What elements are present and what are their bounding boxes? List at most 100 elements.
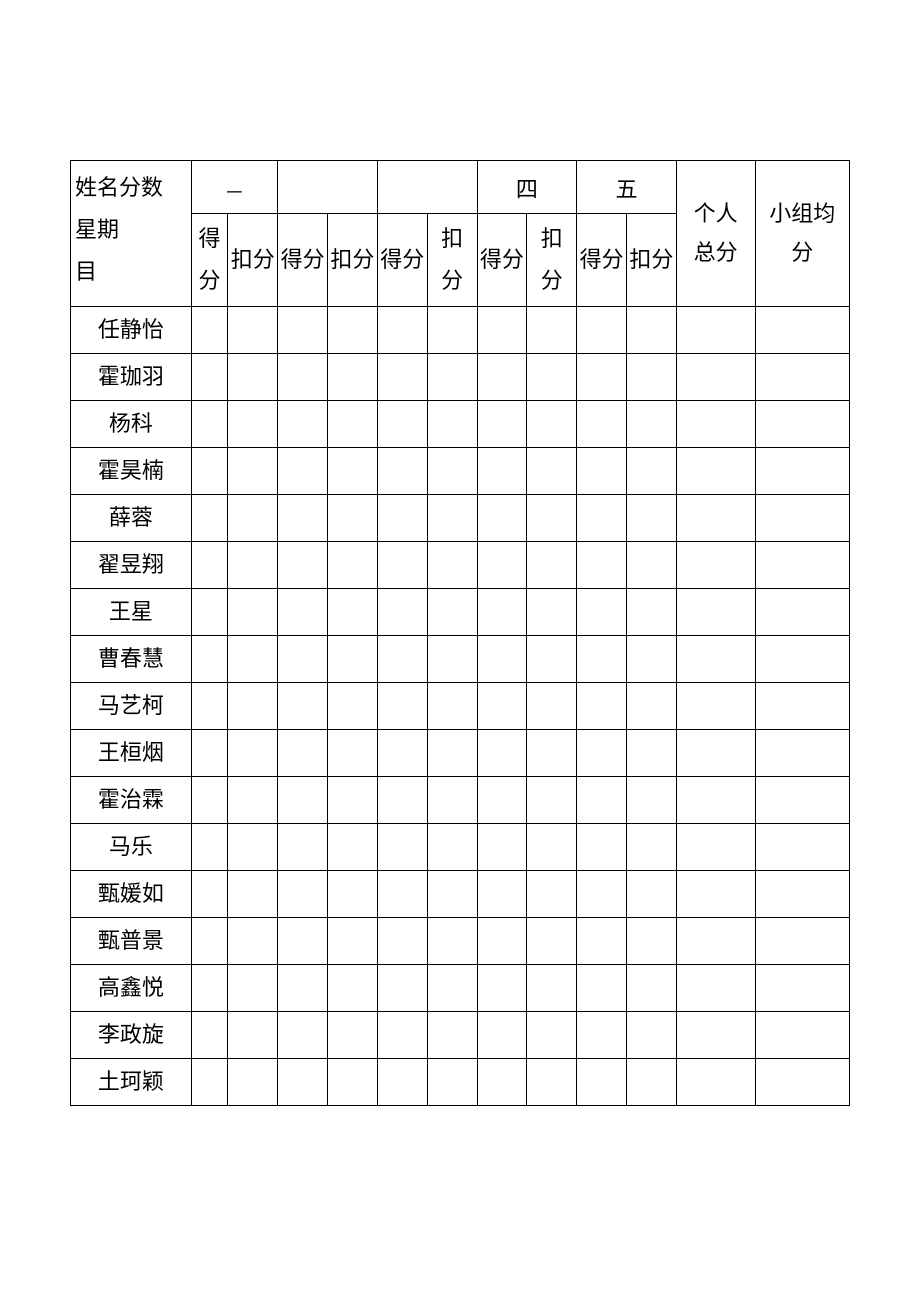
score-cell [278,823,328,870]
score-cell [577,870,627,917]
sub-gain-4: 得分 [477,214,527,307]
score-cell [676,964,755,1011]
score-cell [427,1011,477,1058]
score-cell [328,729,378,776]
score-cell [676,541,755,588]
student-name-cell: 高鑫悦 [71,964,192,1011]
score-cell [427,447,477,494]
score-cell [427,776,477,823]
score-cell [278,400,328,447]
score-cell [527,588,577,635]
score-cell [377,682,427,729]
score-cell [228,306,278,353]
score-cell [427,306,477,353]
sub-gain-2: 得分 [278,214,328,307]
student-name-cell: 霍昊楠 [71,447,192,494]
score-cell [477,541,527,588]
score-cell [527,1011,577,1058]
student-name-cell: 霍珈羽 [71,353,192,400]
score-cell [627,635,677,682]
score-cell [627,447,677,494]
score-cell [278,964,328,1011]
score-cell [328,776,378,823]
score-cell [577,776,627,823]
sub-gain-3: 得分 [377,214,427,307]
score-cell [627,776,677,823]
sub-gain-5: 得分 [577,214,627,307]
score-cell [427,494,477,541]
score-cell [328,635,378,682]
score-cell [627,917,677,964]
score-cell [228,494,278,541]
score-cell [627,1011,677,1058]
student-name-cell: 任静怡 [71,306,192,353]
group-avg-cell [755,306,849,353]
score-cell [427,823,477,870]
score-cell [377,729,427,776]
sub-deduct-5: 扣分 [627,214,677,307]
table-row: 任静怡 [71,306,850,353]
score-cell [627,353,677,400]
score-cell [191,729,228,776]
score-cell [477,823,527,870]
student-name-cell: 土珂颖 [71,1058,192,1105]
score-cell [427,635,477,682]
table-row: 土珂颖 [71,1058,850,1105]
score-cell [228,823,278,870]
score-cell [228,400,278,447]
score-cell [191,823,228,870]
sub-deduct-1: 扣分 [228,214,278,307]
student-name-cell: 翟昱翔 [71,541,192,588]
header-corner-l1: 姓名分数 [75,175,163,200]
score-cell [527,776,577,823]
score-cell [191,588,228,635]
score-cell [676,400,755,447]
score-cell [627,1058,677,1105]
score-cell [191,682,228,729]
group-avg-cell [755,541,849,588]
student-name-cell: 霍治霖 [71,776,192,823]
group-avg-cell [755,682,849,729]
table-row: 霍治霖 [71,776,850,823]
group-avg-cell [755,494,849,541]
score-cell [577,306,627,353]
score-cell [676,917,755,964]
score-cell [477,353,527,400]
score-cell [577,447,627,494]
table-row: 高鑫悦 [71,964,850,1011]
score-cell [577,729,627,776]
student-name-cell: 薛蓉 [71,494,192,541]
score-cell [228,588,278,635]
score-cell [191,306,228,353]
score-cell [676,776,755,823]
score-cell [527,682,577,729]
score-cell [577,541,627,588]
score-cell [427,541,477,588]
score-cell [427,682,477,729]
score-cell [377,588,427,635]
score-cell [477,494,527,541]
score-cell [577,823,627,870]
score-cell [191,1011,228,1058]
document-page: 姓名分数 星期 目 一 四 五 个人 总分 小组均 分 得分 扣分 得分 扣分 [0,0,920,1106]
score-cell [278,682,328,729]
score-cell [228,682,278,729]
table-row: 霍珈羽 [71,353,850,400]
score-cell [328,682,378,729]
table-row: 翟昱翔 [71,541,850,588]
score-cell [477,776,527,823]
student-name-cell: 杨科 [71,400,192,447]
score-cell [427,353,477,400]
score-cell [191,964,228,1011]
score-cell [228,870,278,917]
score-cell [377,1058,427,1105]
group-avg-cell [755,729,849,776]
student-name-cell: 马艺柯 [71,682,192,729]
score-cell [527,729,577,776]
table-row: 杨科 [71,400,850,447]
score-cell [278,729,328,776]
group-avg-cell [755,1058,849,1105]
score-cell [676,729,755,776]
score-cell [228,917,278,964]
group-avg-cell [755,353,849,400]
